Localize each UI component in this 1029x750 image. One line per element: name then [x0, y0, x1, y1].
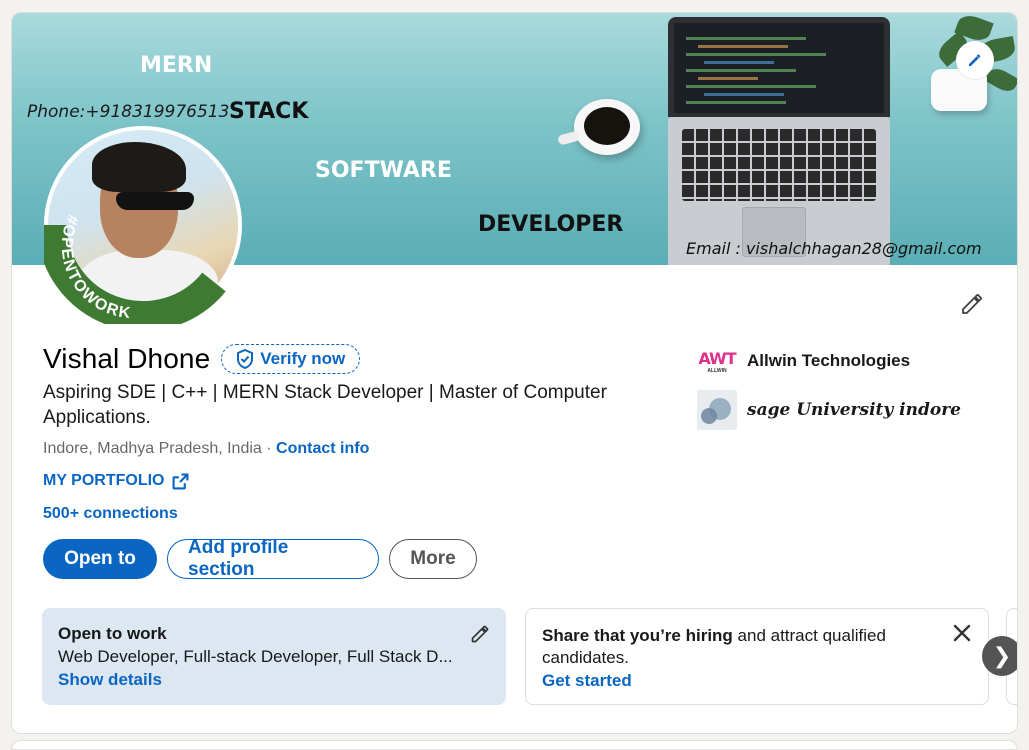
get-started-link[interactable]: Get started	[542, 671, 972, 691]
profile-actions: Open to Add profile section More	[43, 537, 477, 580]
company-logo-text-b: T	[725, 348, 737, 368]
close-icon	[953, 624, 971, 642]
coffee-mug-image	[574, 99, 640, 155]
banner-phone: Phone:+918319976513	[27, 102, 230, 122]
show-details-link[interactable]: Show details	[58, 670, 490, 690]
profile-photo[interactable]: #OPENTOWORK	[44, 126, 242, 324]
edit-intro-button[interactable]	[958, 290, 986, 318]
profile-location-row: Indore, Madhya Pradesh, India · Contact …	[43, 440, 369, 458]
next-section-edge	[11, 740, 1018, 750]
more-button[interactable]: More	[389, 539, 477, 579]
avatar	[48, 130, 238, 320]
hiring-card: Share that you’re hiring and attract qua…	[525, 608, 989, 705]
hiring-text: Share that you’re hiring and attract qua…	[542, 625, 922, 669]
dismiss-hiring-button[interactable]	[952, 623, 972, 648]
profile-card: MERN Phone:+918319976513 STACK SOFTWARE …	[11, 12, 1018, 734]
pencil-icon	[471, 625, 489, 643]
verify-now-button[interactable]: Verify now	[221, 344, 361, 374]
pencil-icon	[969, 54, 981, 66]
add-profile-section-button[interactable]: Add profile section	[167, 537, 379, 580]
location-separator: ·	[261, 440, 277, 457]
shield-check-icon	[237, 349, 254, 369]
profile-location: Indore, Madhya Pradesh, India	[43, 440, 262, 457]
banner-text-software: SOFTWARE	[315, 158, 452, 183]
laptop-screen-image	[668, 17, 890, 117]
company-name: Allwin Technologies	[747, 351, 911, 370]
pencil-icon	[962, 294, 982, 314]
experience-company[interactable]: AWT ALLWIN Allwin Technologies	[697, 343, 910, 379]
company-logo: AWT ALLWIN	[697, 343, 737, 379]
banner-email: Email : vishalchhagan28@gmail.com	[686, 239, 982, 258]
name-row: Vishal Dhone Verify now	[43, 343, 361, 375]
banner-text-developer: DEVELOPER	[478, 212, 624, 237]
carousel-next-button[interactable]: ❯	[982, 636, 1017, 676]
verify-now-label: Verify now	[260, 349, 346, 368]
profile-name: Vishal Dhone	[43, 343, 211, 374]
experience-education[interactable]: sage University indore	[697, 390, 961, 430]
chevron-right-icon: ❯	[992, 643, 1012, 669]
profile-headline: Aspiring SDE | C++ | MERN Stack Develope…	[43, 382, 607, 428]
contact-info-link[interactable]: Contact info	[276, 440, 369, 457]
edit-cover-button[interactable]	[956, 41, 994, 79]
company-logo-subtext: ALLWIN	[707, 367, 727, 374]
open-to-work-card: Open to work Web Developer, Full-stack D…	[42, 608, 506, 705]
hiring-text-bold: Share that you’re hiring	[542, 626, 733, 645]
school-logo	[697, 390, 737, 430]
external-link-icon	[173, 473, 189, 489]
open-to-button[interactable]: Open to	[43, 539, 157, 579]
portfolio-link[interactable]: MY PORTFOLIO	[43, 472, 189, 490]
company-logo-text-a: AW	[698, 348, 726, 368]
portfolio-label: MY PORTFOLIO	[43, 472, 165, 489]
open-to-work-roles: Web Developer, Full-stack Developer, Ful…	[58, 647, 453, 666]
banner-text-mern: MERN	[140, 53, 213, 78]
school-name: sage University indore	[747, 400, 961, 420]
open-to-work-title: Open to work	[58, 624, 167, 643]
connections-link[interactable]: 500+ connections	[43, 505, 178, 523]
banner-text-stack: STACK	[229, 99, 309, 124]
edit-open-to-work-button[interactable]	[470, 624, 490, 649]
